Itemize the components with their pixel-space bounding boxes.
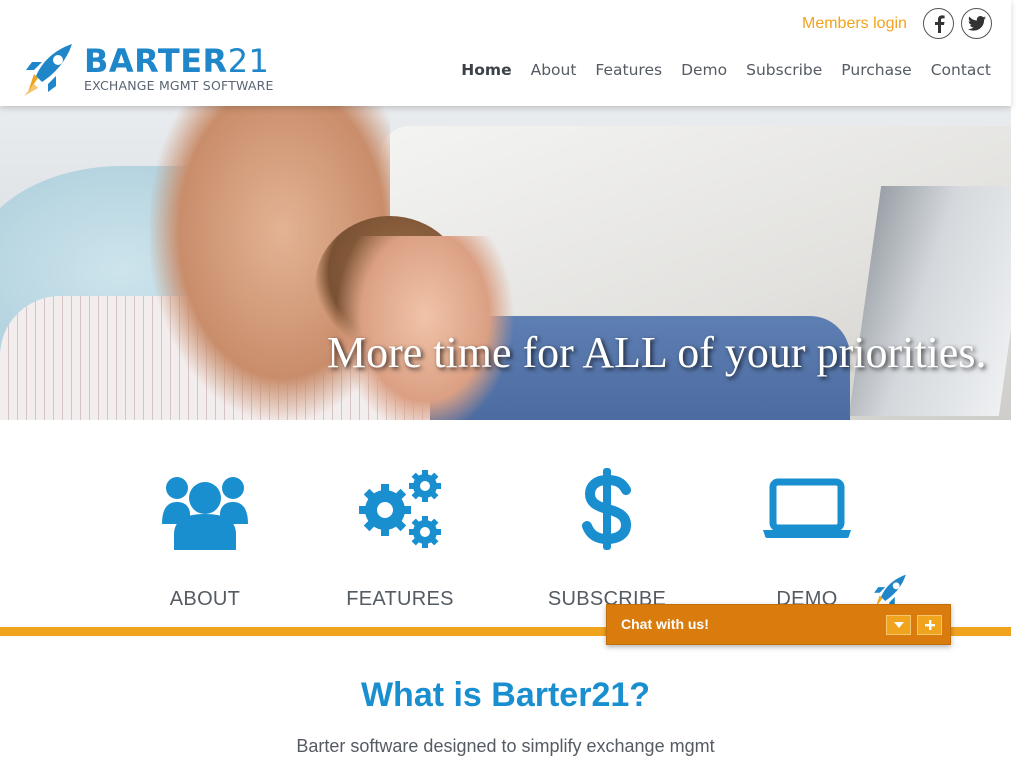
nav-contact[interactable]: Contact — [931, 61, 991, 79]
site-header: BARTER21 EXCHANGE MGMT SOFTWARE Members … — [0, 0, 1011, 106]
feature-features[interactable]: FEATURES — [300, 468, 500, 611]
laptop-icon — [763, 478, 851, 538]
plus-icon — [924, 620, 935, 630]
chat-widget[interactable]: Chat with us! — [606, 604, 951, 645]
hero-banner: More time for ALL of your priorities. — [0, 106, 1011, 420]
twitter-button[interactable] — [961, 8, 992, 39]
caret-down-icon — [893, 622, 904, 628]
gears-icon — [359, 470, 441, 548]
logo-text: BARTER21 EXCHANGE MGMT SOFTWARE — [84, 45, 274, 93]
section-title: What is Barter21? — [360, 676, 651, 714]
site-logo[interactable]: BARTER21 EXCHANGE MGMT SOFTWARE — [20, 40, 275, 98]
users-icon — [162, 477, 248, 550]
feature-about[interactable]: ABOUT — [105, 468, 305, 611]
nav-subscribe[interactable]: Subscribe — [746, 61, 822, 79]
nav-purchase[interactable]: Purchase — [841, 61, 911, 79]
main-nav: Home About Features Demo Subscribe Purch… — [442, 61, 991, 79]
feature-subscribe[interactable]: SUBSCRIBE — [507, 468, 707, 611]
section-subtitle: Barter software designed to simplify exc… — [296, 736, 715, 756]
nav-demo[interactable]: Demo — [681, 61, 727, 79]
logo-tagline: EXCHANGE MGMT SOFTWARE — [84, 78, 274, 94]
chat-expand-button[interactable] — [917, 615, 942, 635]
hero-tagline: More time for ALL of your priorities. — [327, 328, 987, 377]
nav-features[interactable]: Features — [595, 61, 662, 79]
feature-features-label: FEATURES — [346, 588, 454, 610]
members-login-link[interactable]: Members login — [802, 15, 907, 33]
logo-name: BARTER21 — [84, 42, 270, 81]
nav-home[interactable]: Home — [461, 61, 511, 79]
chat-label: Chat with us! — [621, 616, 709, 632]
nav-about[interactable]: About — [531, 61, 577, 79]
chat-minimize-button[interactable] — [886, 615, 911, 635]
feature-about-label: ABOUT — [169, 588, 241, 610]
facebook-icon — [934, 14, 945, 33]
dollar-icon — [582, 468, 632, 550]
twitter-icon — [967, 16, 986, 31]
features-section: ABOUT FEATURES SUBSCRIBE DEMO — [0, 420, 1011, 627]
facebook-button[interactable] — [923, 8, 954, 39]
rocket-logo-icon — [24, 44, 72, 96]
